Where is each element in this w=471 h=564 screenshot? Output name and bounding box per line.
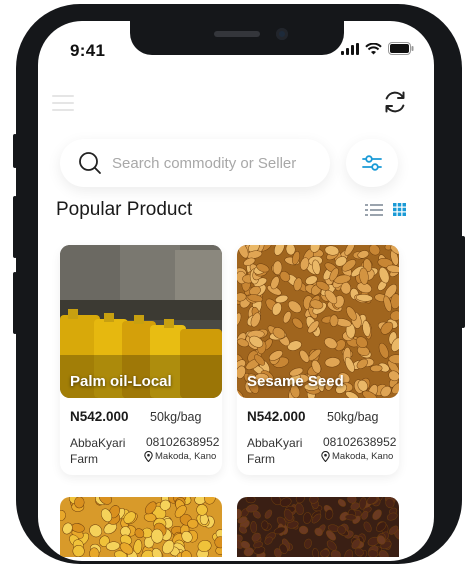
- filter-sliders-icon: [362, 155, 382, 171]
- product-price: N542.000: [70, 409, 129, 424]
- notch: [130, 21, 344, 55]
- view-toggle: [365, 203, 406, 216]
- seller-name: AbbaKyari Farm: [70, 436, 126, 466]
- phone-side-button: [13, 272, 17, 334]
- status-icons: [341, 42, 414, 55]
- location-text: Makoda, Kano: [155, 451, 217, 462]
- filter-button[interactable]: [346, 139, 398, 187]
- seller-location: Makoda, Kano: [144, 451, 216, 462]
- product-card[interactable]: Palm oil-Local N542.000 50kg/bag AbbaKya…: [60, 245, 222, 475]
- hamburger-icon[interactable]: [52, 95, 74, 111]
- battery-icon: [388, 42, 414, 55]
- seller-phone: 08102638952: [323, 435, 397, 449]
- product-image: [237, 497, 399, 557]
- camera: [276, 28, 288, 40]
- product-card[interactable]: Sesame Seed N542.000 50kg/bag AbbaKyari …: [237, 245, 399, 475]
- search-input[interactable]: Search commodity or Seller: [60, 139, 330, 187]
- seller-location: Makoda, Kano: [321, 451, 393, 462]
- app-screen: 9:41 Search commodity or Seller Popular …: [38, 21, 434, 561]
- product-unit: 50kg/bag: [150, 410, 202, 424]
- speaker: [214, 31, 260, 37]
- seller-name: AbbaKyari Farm: [247, 436, 303, 466]
- refresh-icon[interactable]: [382, 89, 408, 115]
- signal-icon: [341, 42, 359, 55]
- product-card-partial[interactable]: [237, 497, 399, 557]
- section-title: Popular Product: [56, 199, 193, 220]
- location-text: Makoda, Kano: [332, 451, 394, 462]
- product-image: [60, 497, 222, 557]
- location-pin-icon: [321, 451, 330, 462]
- list-view-icon[interactable]: [365, 203, 383, 216]
- product-name: Sesame Seed: [247, 373, 344, 390]
- search-placeholder: Search commodity or Seller: [112, 154, 297, 172]
- phone-side-button: [461, 236, 465, 328]
- status-time: 9:41: [70, 41, 106, 60]
- phone-side-button: [13, 134, 17, 168]
- seller-phone: 08102638952: [146, 435, 220, 449]
- product-price: N542.000: [247, 409, 306, 424]
- grid-view-icon[interactable]: [393, 203, 406, 216]
- product-card-partial[interactable]: [60, 497, 222, 557]
- product-name: Palm oil-Local: [70, 373, 172, 390]
- location-pin-icon: [144, 451, 153, 462]
- search-icon: [79, 152, 101, 174]
- wifi-icon: [365, 42, 382, 54]
- product-unit: 50kg/bag: [327, 410, 379, 424]
- phone-side-button: [13, 196, 17, 258]
